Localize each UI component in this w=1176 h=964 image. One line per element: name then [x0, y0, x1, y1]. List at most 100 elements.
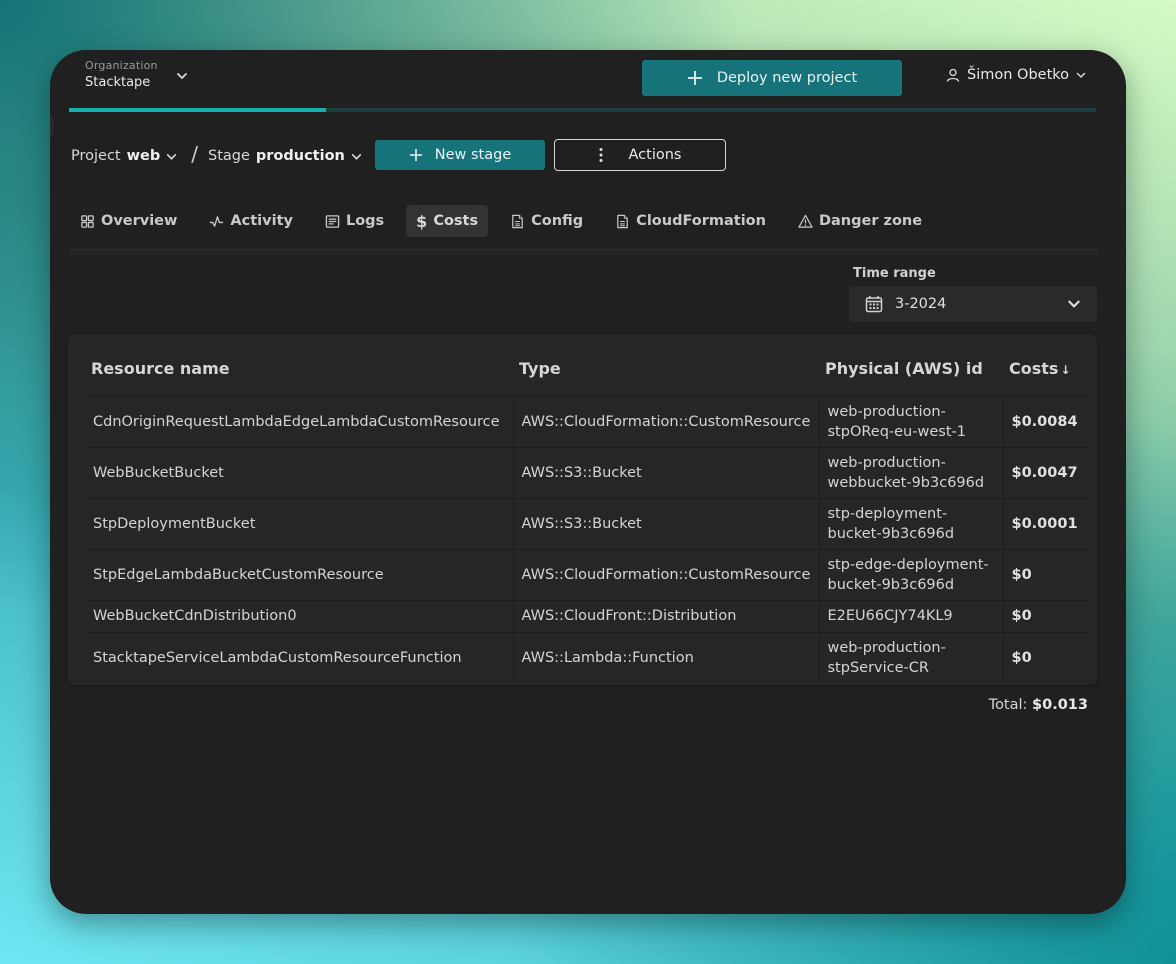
resource-cost: $0: [1002, 548, 1088, 600]
physical-id-line: bucket-9b3c696d: [827, 576, 955, 593]
resource-cost: $0: [1002, 599, 1088, 632]
physical-id-line: stpService-CR: [827, 659, 929, 676]
table-row[interactable]: StacktapeServiceLambdaCustomResourceFunc…: [85, 631, 1088, 683]
total-value: $0.013: [1032, 697, 1088, 713]
warning-icon: [798, 214, 813, 228]
table-row[interactable]: StpDeploymentBucket AWS::S3::Bucket stp-…: [85, 497, 1088, 549]
total-cost: Total: $0.013: [989, 697, 1088, 713]
table-row[interactable]: WebBucketCdnDistribution0 AWS::CloudFron…: [85, 599, 1088, 632]
stage-selector[interactable]: Stage production: [208, 148, 362, 164]
loading-progress-bar: [69, 108, 1096, 112]
time-range-label: Time range: [853, 266, 936, 281]
dollar-icon: $: [416, 211, 428, 231]
user-menu[interactable]: Šimon Obetko: [946, 67, 1086, 83]
project-value: web: [126, 148, 161, 164]
resource-type: AWS::Lambda::Function: [512, 631, 819, 683]
costs-table: Resource name Type Physical (AWS) id Cos…: [85, 334, 1088, 683]
organization-value: Stacktape: [85, 75, 151, 90]
physical-id-line: E2EU66CJY74KL9: [827, 608, 953, 624]
tab-label: Logs: [345, 213, 385, 229]
column-header-resource-name[interactable]: Resource name: [85, 334, 513, 396]
deploy-new-project-button[interactable]: Deploy new project: [642, 60, 902, 96]
resource-name: StpDeploymentBucket: [85, 497, 513, 549]
grid-icon: [81, 214, 94, 228]
actions-label: Actions: [628, 147, 682, 163]
physical-id: web-production-webbucket-9b3c696d: [818, 446, 1003, 498]
tab-label: Costs: [433, 213, 479, 229]
organization-label: Organization: [85, 59, 158, 72]
calendar-icon: [865, 296, 883, 313]
tab-config[interactable]: Config: [500, 205, 593, 237]
physical-id: web-production-stpService-CR: [818, 631, 1003, 683]
tab-danger-zone[interactable]: Danger zone: [788, 205, 932, 237]
organization-selector[interactable]: Organization Stacktape: [85, 59, 158, 90]
tab-logs[interactable]: Logs: [315, 205, 394, 237]
app-window: Organization Stacktape Deploy new projec…: [50, 50, 1126, 914]
resource-name: WebBucketCdnDistribution0: [85, 599, 513, 632]
physical-id: stp-edge-deployment-bucket-9b3c696d: [818, 548, 1003, 600]
chevron-down-icon: [1068, 300, 1080, 308]
time-range-value: 3-2024: [895, 296, 947, 312]
physical-id-line: stp-edge-deployment-: [827, 556, 989, 573]
tab-overview[interactable]: Overview: [70, 205, 187, 237]
resource-cost: $0.0001: [1002, 497, 1088, 549]
new-stage-button[interactable]: New stage: [375, 140, 545, 170]
physical-id-line: web-production-: [827, 639, 946, 656]
tabs-shadow: [70, 250, 1098, 260]
user-name: Šimon Obetko: [967, 67, 1070, 83]
resource-type: AWS::CloudFormation::CustomResource: [512, 395, 819, 447]
project-stage-bar: Project web / Stage production New stage…: [71, 139, 726, 172]
table-row[interactable]: WebBucketBucket AWS::S3::Bucket web-prod…: [85, 446, 1088, 498]
resource-name: StpEdgeLambdaBucketCustomResource: [85, 548, 513, 600]
more-vertical-icon: [599, 148, 603, 162]
resource-type: AWS::S3::Bucket: [512, 446, 819, 498]
tab-costs[interactable]: $ Costs: [406, 205, 489, 237]
tab-label: Danger zone: [818, 213, 923, 229]
physical-id: E2EU66CJY74KL9: [818, 599, 1003, 632]
stage-tabs: Overview Activity Logs $ Costs Config Cl…: [70, 205, 944, 237]
scroll-handle: [50, 112, 54, 142]
project-prefix: Project: [71, 148, 121, 164]
tab-label: Overview: [101, 213, 178, 229]
sort-descending-icon: ↓: [1060, 363, 1071, 378]
physical-id-line: web-production-: [827, 454, 946, 471]
chevron-down-icon: [1076, 72, 1086, 79]
deploy-button-label: Deploy new project: [716, 70, 858, 86]
tab-activity[interactable]: Activity: [199, 205, 303, 237]
table-row[interactable]: CdnOriginRequestLambdaEdgeLambdaCustomRe…: [85, 395, 1088, 447]
resource-type: AWS::CloudFormation::CustomResource: [512, 548, 819, 600]
plus-icon: [687, 71, 702, 85]
resource-name: StacktapeServiceLambdaCustomResourceFunc…: [85, 631, 513, 683]
physical-id-line: stp-deployment-: [827, 505, 948, 522]
physical-id: stp-deployment-bucket-9b3c696d: [818, 497, 1003, 549]
column-header-costs[interactable]: Costs ↓: [1003, 334, 1088, 396]
physical-id: web-production-stpOReq-eu-west-1: [818, 395, 1003, 447]
user-icon: [946, 68, 960, 82]
project-selector[interactable]: Project web: [71, 148, 177, 164]
chevron-down-icon[interactable]: [176, 70, 188, 82]
tab-label: Activity: [230, 213, 293, 229]
document-icon: [617, 214, 628, 228]
table-row[interactable]: StpEdgeLambdaBucketCustomResource AWS::C…: [85, 548, 1088, 600]
breadcrumb-separator: /: [191, 142, 198, 166]
column-header-physical-id[interactable]: Physical (AWS) id: [819, 334, 1003, 396]
resource-cost: $0: [1002, 631, 1088, 683]
document-icon: [512, 214, 523, 228]
progress-fill: [69, 108, 326, 112]
time-range-select[interactable]: 3-2024: [849, 286, 1097, 322]
resource-name: WebBucketBucket: [85, 446, 513, 498]
resource-type: AWS::CloudFront::Distribution: [512, 599, 819, 632]
table-header-row: Resource name Type Physical (AWS) id Cos…: [85, 334, 1088, 396]
resource-cost: $0.0084: [1002, 395, 1088, 447]
resource-type: AWS::S3::Bucket: [512, 497, 819, 549]
tab-label: CloudFormation: [636, 213, 766, 229]
physical-id-line: web-production-: [827, 403, 946, 420]
physical-id-line: stpOReq-eu-west-1: [827, 423, 966, 440]
actions-button[interactable]: Actions: [554, 139, 726, 171]
logs-icon: [325, 214, 340, 228]
column-header-type[interactable]: Type: [513, 334, 819, 396]
physical-id-line: bucket-9b3c696d: [827, 525, 955, 542]
total-label: Total:: [988, 697, 1028, 713]
new-stage-label: New stage: [434, 147, 512, 163]
tab-cloudformation[interactable]: CloudFormation: [605, 205, 776, 237]
